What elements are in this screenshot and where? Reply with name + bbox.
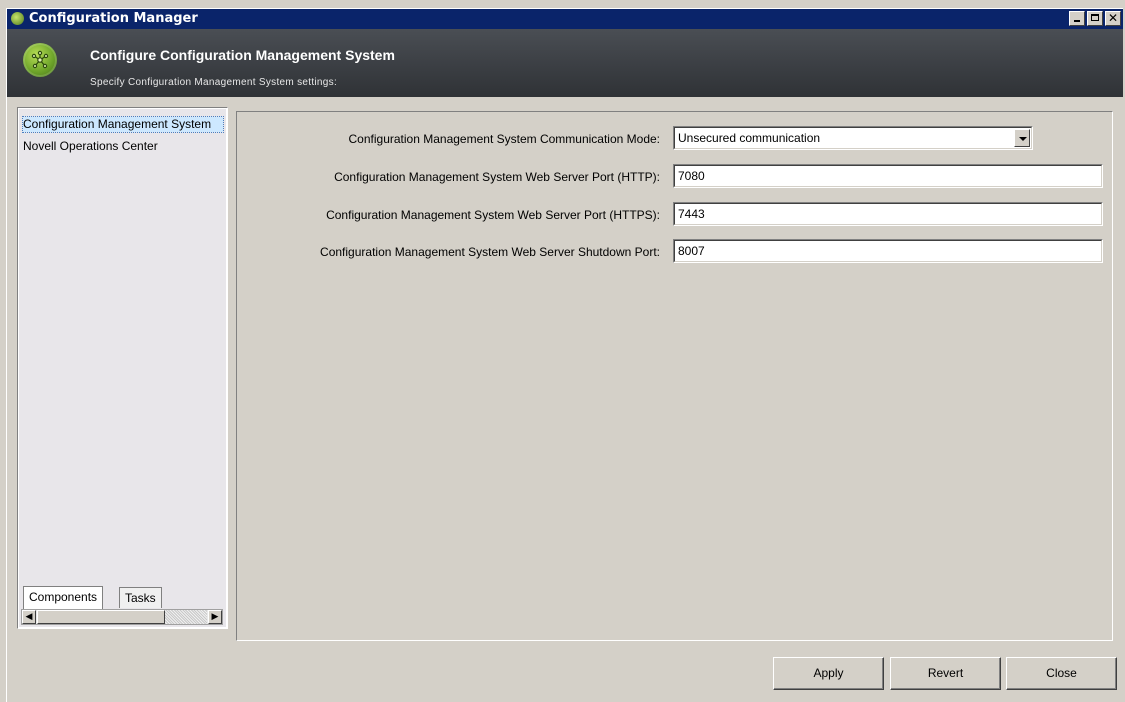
settings-panel: Configuration Management System Communic… [236, 111, 1113, 641]
configuration-manager-window: Configuration Manager ✕ Configure Config… [6, 8, 1123, 702]
title-bar[interactable]: Configuration Manager ✕ [7, 9, 1123, 29]
window-title: Configuration Manager [29, 11, 198, 26]
tree-item-configuration-management-system[interactable]: Configuration Management System [22, 116, 224, 133]
comm-mode-value: Unsecured communication [678, 131, 821, 145]
horizontal-scrollbar[interactable]: ◀ ▶ [21, 609, 223, 625]
components-tree: Configuration Management System Novell O… [19, 109, 226, 627]
comm-mode-label: Configuration Management System Communic… [348, 132, 660, 146]
close-button[interactable]: Close [1006, 657, 1117, 690]
app-icon [11, 12, 24, 25]
chevron-down-icon[interactable] [1014, 129, 1030, 147]
minimize-button[interactable] [1069, 11, 1085, 26]
window-controls: ✕ [1069, 11, 1121, 26]
shutdown-port-input[interactable]: 8007 [673, 239, 1103, 263]
revert-button[interactable]: Revert [890, 657, 1001, 690]
apply-button[interactable]: Apply [773, 657, 884, 690]
tab-components[interactable]: Components [23, 586, 104, 609]
shutdown-port-label: Configuration Management System Web Serv… [320, 245, 660, 259]
page-subtitle: Specify Configuration Management System … [90, 77, 338, 88]
components-panel: Configuration Management System Novell O… [17, 107, 228, 629]
comm-mode-select[interactable]: Unsecured communication [673, 126, 1033, 150]
page-header: Configure Configuration Management Syste… [7, 29, 1123, 97]
close-window-button[interactable]: ✕ [1105, 11, 1121, 26]
scroll-thumb[interactable] [37, 610, 165, 624]
tree-item-novell-operations-center[interactable]: Novell Operations Center [23, 139, 158, 154]
scroll-right-icon[interactable]: ▶ [208, 610, 222, 624]
network-logo-icon [23, 43, 57, 77]
https-port-input[interactable]: 7443 [673, 202, 1103, 226]
http-port-label: Configuration Management System Web Serv… [334, 170, 660, 184]
tab-tasks[interactable]: Tasks [119, 587, 162, 608]
scroll-left-icon[interactable]: ◀ [22, 610, 36, 624]
http-port-input[interactable]: 7080 [673, 164, 1103, 188]
shutdown-port-value: 8007 [678, 244, 705, 258]
https-port-label: Configuration Management System Web Serv… [326, 208, 660, 222]
http-port-value: 7080 [678, 169, 705, 183]
page-title: Configure Configuration Management Syste… [90, 47, 395, 63]
maximize-button[interactable] [1087, 11, 1103, 26]
https-port-value: 7443 [678, 207, 705, 221]
scroll-track[interactable] [165, 610, 207, 624]
